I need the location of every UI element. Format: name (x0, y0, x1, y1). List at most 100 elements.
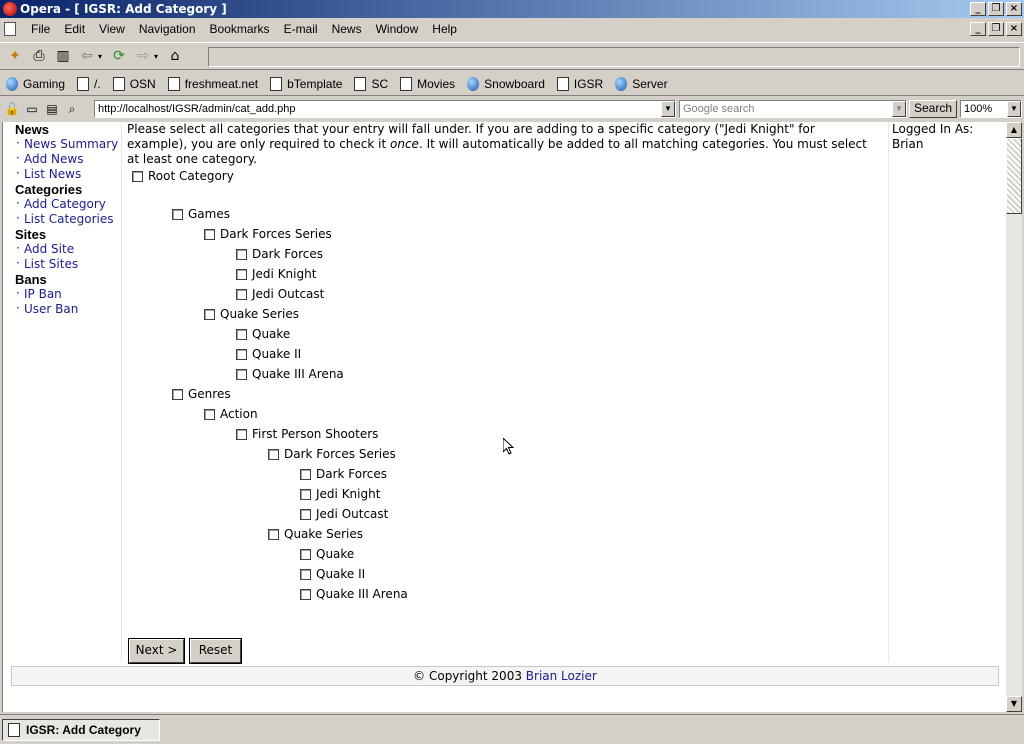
category-row[interactable]: Dark Forces Series (268, 445, 396, 463)
category-row[interactable]: Quake Series (204, 305, 299, 323)
minimize-button[interactable]: _ (970, 2, 986, 16)
reload-icon[interactable]: ⟳ (110, 47, 128, 65)
document-icon[interactable] (4, 22, 16, 36)
category-checkbox[interactable] (132, 170, 143, 182)
category-row[interactable]: Quake II (236, 345, 301, 363)
forward-history-icon[interactable]: ▾ (152, 47, 160, 65)
category-checkbox[interactable] (300, 508, 311, 520)
menu-email[interactable]: E-mail (277, 22, 325, 36)
doc-minimize-button[interactable]: _ (970, 22, 986, 36)
page-info-icon[interactable]: ▤ (44, 101, 60, 117)
category-row[interactable]: Action (204, 405, 258, 423)
category-checkbox[interactable] (300, 588, 311, 600)
back-history-icon[interactable]: ▾ (96, 47, 104, 65)
category-checkbox[interactable] (268, 528, 279, 540)
category-row[interactable]: Jedi Knight (236, 265, 316, 283)
zoom-select[interactable]: 100% ▼ (960, 100, 1022, 118)
menu-edit[interactable]: Edit (57, 22, 92, 36)
category-checkbox[interactable] (204, 408, 215, 420)
bookmark-osn[interactable]: OSN (112, 76, 156, 91)
category-checkbox[interactable] (300, 568, 311, 580)
search-engine-dropdown[interactable]: ▼ (892, 101, 906, 117)
nav-link-list-sites[interactable]: List Sites (15, 256, 123, 272)
bookmark-gaming[interactable]: Gaming (6, 76, 65, 91)
category-row[interactable]: Quake (236, 325, 290, 343)
nav-link-add-news[interactable]: Add News (15, 151, 123, 167)
window-title-bar[interactable]: Opera - [ IGSR: Add Category ] _ ❐ × (0, 0, 1024, 18)
category-row[interactable]: Jedi Knight (300, 485, 380, 503)
category-row[interactable]: Quake (300, 545, 354, 563)
scrollbar-thumb[interactable] (1006, 138, 1022, 214)
doc-close-button[interactable]: × (1006, 22, 1022, 36)
forward-icon[interactable]: ⇨ (134, 47, 152, 65)
nav-link-news-summary[interactable]: News Summary (15, 136, 123, 152)
category-checkbox[interactable] (204, 228, 215, 240)
close-button[interactable]: × (1006, 2, 1022, 16)
nav-link-user-ban[interactable]: User Ban (15, 301, 123, 317)
lock-icon[interactable]: 🔓 (4, 101, 20, 117)
restore-button[interactable]: ❐ (988, 2, 1004, 16)
category-checkbox[interactable] (236, 328, 247, 340)
category-row[interactable]: Dark Forces (300, 465, 387, 483)
category-checkbox[interactable] (204, 308, 215, 320)
category-row[interactable]: Quake II (300, 565, 365, 583)
category-checkbox[interactable] (236, 288, 247, 300)
vertical-scrollbar[interactable]: ▲ ▼ (1006, 122, 1022, 712)
url-dropdown-arrow[interactable]: ▼ (661, 101, 675, 117)
category-checkbox[interactable] (268, 448, 279, 460)
bookmark-btemplate[interactable]: bTemplate (270, 76, 342, 91)
category-row[interactable]: Genres (172, 385, 231, 403)
next-button[interactable]: Next > (128, 638, 185, 664)
bookmark-igsr[interactable]: IGSR (556, 76, 603, 91)
url-input[interactable]: http://localhost/IGSR/admin/cat_add.php … (94, 100, 676, 118)
menu-news[interactable]: News (325, 22, 369, 36)
search-input[interactable]: Google search ▼ (679, 100, 907, 118)
scroll-up-button[interactable]: ▲ (1006, 122, 1022, 138)
category-row[interactable]: Dark Forces (236, 245, 323, 263)
scroll-down-button[interactable]: ▼ (1006, 696, 1022, 712)
category-row[interactable]: Jedi Outcast (300, 505, 388, 523)
category-checkbox[interactable] (236, 348, 247, 360)
zoom-dropdown-arrow[interactable]: ▼ (1007, 101, 1021, 117)
menu-bookmarks[interactable]: Bookmarks (203, 22, 277, 36)
search-icon[interactable]: ⌕ (64, 101, 80, 117)
nav-link-list-news[interactable]: List News (15, 166, 123, 182)
window-icon[interactable]: ▭ (24, 101, 40, 117)
print-icon[interactable]: ⎙ (30, 47, 48, 65)
category-row[interactable]: Dark Forces Series (204, 225, 332, 243)
category-row[interactable]: Games (172, 205, 230, 223)
category-checkbox[interactable] (300, 488, 311, 500)
panel-toggle-icon[interactable]: ▥ (54, 47, 72, 65)
back-icon[interactable]: ⇦ (78, 47, 96, 65)
hotlist-icon[interactable]: ✦ (6, 47, 24, 65)
category-checkbox[interactable] (172, 388, 183, 400)
author-link[interactable]: Brian Lozier (526, 669, 597, 683)
category-checkbox[interactable] (236, 268, 247, 280)
search-button[interactable]: Search (909, 100, 957, 118)
reset-button[interactable]: Reset (189, 638, 242, 664)
category-row[interactable]: Jedi Outcast (236, 285, 324, 303)
doc-restore-button[interactable]: ❐ (988, 22, 1004, 36)
category-checkbox[interactable] (236, 428, 247, 440)
bookmark-slashdot[interactable]: /. (77, 76, 101, 91)
menu-window[interactable]: Window (369, 22, 426, 36)
menu-file[interactable]: File (24, 22, 57, 36)
category-checkbox[interactable] (236, 368, 247, 380)
category-row[interactable]: Quake III Arena (300, 585, 408, 603)
bookmark-sc[interactable]: SC (354, 76, 388, 91)
bookmark-snowboard[interactable]: Snowboard (467, 76, 545, 91)
category-checkbox[interactable] (300, 468, 311, 480)
category-row[interactable]: Quake Series (268, 525, 363, 543)
bookmark-movies[interactable]: Movies (400, 76, 455, 91)
nav-link-list-categories[interactable]: List Categories (15, 211, 123, 227)
home-icon[interactable]: ⌂ (166, 47, 184, 65)
category-checkbox[interactable] (236, 248, 247, 260)
nav-link-ip-ban[interactable]: IP Ban (15, 286, 123, 302)
menu-view[interactable]: View (92, 22, 132, 36)
category-checkbox[interactable] (172, 208, 183, 220)
nav-link-add-site[interactable]: Add Site (15, 241, 123, 257)
nav-link-add-category[interactable]: Add Category (15, 196, 123, 212)
category-row[interactable]: Quake III Arena (236, 365, 344, 383)
category-row[interactable]: First Person Shooters (236, 425, 378, 443)
bookmark-freshmeat[interactable]: freshmeat.net (167, 76, 258, 91)
